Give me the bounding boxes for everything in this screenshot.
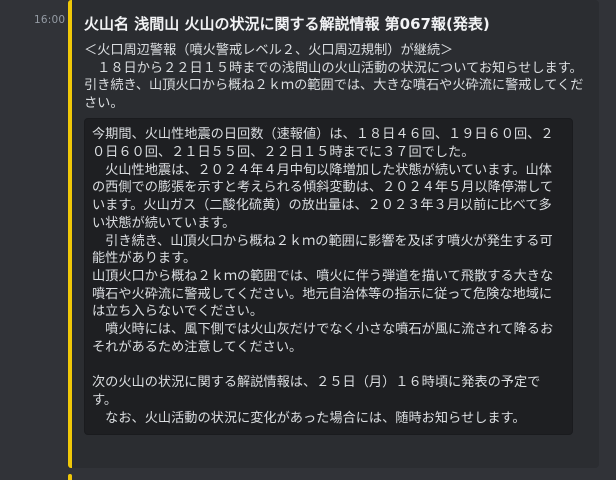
embed-code-block: 今期間、火山性地震の日回数（速報値）は、１８日４６回、１９日６０回、２０日６０回… xyxy=(84,118,573,436)
chat-message: 16:00 火山名 浅間山 火山の状況に関する解説情報 第067報(発表) ＜火… xyxy=(0,0,616,480)
next-embed-accent-bar xyxy=(68,474,72,480)
embed-description: ＜火口周辺警報（噴火警戒レベル２、火口周辺規制）が継続＞ １８日から２２日１５時… xyxy=(84,43,584,111)
embed-content: 火山名 浅間山 火山の状況に関する解説情報 第067報(発表) ＜火口周辺警報（… xyxy=(84,14,589,436)
message-embed: 火山名 浅間山 火山の状況に関する解説情報 第067報(発表) ＜火口周辺警報（… xyxy=(68,0,599,468)
message-timestamp: 16:00 xyxy=(34,14,66,26)
embed-title: 火山名 浅間山 火山の状況に関する解説情報 第067報(発表) xyxy=(84,15,490,33)
embed-accent-bar xyxy=(68,0,72,468)
